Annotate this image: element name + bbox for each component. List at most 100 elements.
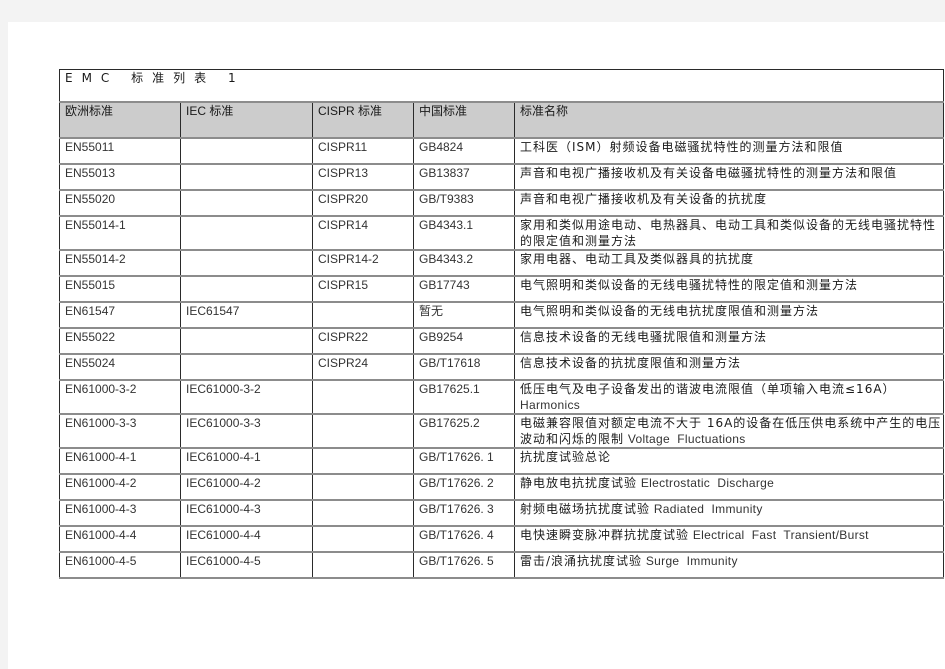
cell-eu-standard: EN61000-4-3 — [59, 499, 181, 527]
standard-name-zh: 静电放电抗扰度试验 — [520, 476, 638, 490]
cell-eu-standard: EN61000-3-2 — [59, 379, 181, 415]
cell-cispr-standard: CISPR14-2 — [312, 249, 414, 277]
table-row: EN61000-4-2 IEC61000-4-2 GB/T17626. 2 静电放电抗… — [59, 473, 945, 501]
standard-name-zh: 电气照明和类似设备的无线电骚扰特性的限定值和测量方法 — [520, 278, 859, 292]
cell-cn-standard: GB4343.1 — [413, 215, 515, 251]
cell-iec-standard — [180, 327, 313, 355]
cell-cispr-standard — [312, 551, 414, 579]
cell-standard-name: 声音和电视广播接收机及有关设备的抗扰度 — [513, 189, 945, 217]
standard-name-zh: 抗扰度试验总论 — [520, 450, 612, 464]
cell-standard-name: 电气照明和类似设备的无线电骚扰特性的限定值和测量方法 — [513, 275, 945, 303]
cell-cispr-standard: CISPR11 — [312, 137, 414, 165]
cell-eu-standard: EN55015 — [59, 275, 181, 303]
cell-cn-standard: GB13837 — [413, 163, 515, 191]
table-row: EN55014-2 CISPR14-2 GB4343.2 家用电器、电动工具及类似器具… — [59, 249, 945, 277]
cell-cn-standard: GB/T17618 — [413, 353, 515, 381]
cell-standard-name: 声音和电视广播接收机及有关设备电磁骚扰特性的测量方法和限值 — [513, 163, 945, 191]
cell-cispr-standard — [312, 473, 414, 501]
cell-cispr-standard — [312, 447, 414, 475]
cell-cispr-standard: CISPR15 — [312, 275, 414, 303]
cell-iec-standard: IEC61000-4-2 — [180, 473, 313, 501]
table-row: EN55015 CISPR15 GB17743 电气照明和类似设备的无线电骚扰特性的限… — [59, 275, 945, 303]
standard-name-zh: 工科医（ISM）射频设备电磁骚扰特性的测量方法和限值 — [520, 140, 844, 154]
cell-iec-standard — [180, 163, 313, 191]
table-row: EN55011 CISPR11 GB4824 工科医（ISM）射频设备电磁骚扰特性的测… — [59, 137, 945, 165]
standard-name-zh: 声音和电视广播接收机及有关设备的抗扰度 — [520, 192, 768, 206]
standard-name-en: Surge Immunity — [645, 554, 738, 568]
cell-iec-standard: IEC61000-4-1 — [180, 447, 313, 475]
standard-name-en: Voltage Fluctuations — [627, 432, 746, 446]
standard-name-zh: 射频电磁场抗扰度试验 — [520, 502, 651, 516]
cell-cispr-standard — [312, 379, 414, 415]
standard-name-en: Radiated Immunity — [653, 502, 763, 516]
standard-name-en: Harmonics — [520, 398, 581, 412]
standard-name-zh: 电快速瞬变脉冲群抗扰度试验 — [520, 528, 690, 542]
cell-standard-name: 抗扰度试验总论 — [513, 447, 945, 475]
emc-standards-table: EMC 标准列表 1 欧洲标准 IEC 标准 CISPR 标准 中国标准 标准名… — [58, 69, 945, 579]
header-iec-standard: IEC 标准 — [180, 101, 313, 139]
cell-cn-standard: 暂无 — [413, 301, 515, 329]
cell-cn-standard: GB17625.2 — [413, 413, 515, 449]
document-page: EMC 标准列表 1 欧洲标准 IEC 标准 CISPR 标准 中国标准 标准名… — [8, 22, 945, 669]
cell-standard-name: 电磁兼容限值对额定电流不大于 16A的设备在低压供电系统中产生的电压波动和闪烁的… — [513, 413, 945, 449]
standard-name-zh: 电气照明和类似设备的无线电抗扰度限值和测量方法 — [520, 304, 820, 318]
table-row: EN55020 CISPR20 GB/T9383 声音和电视广播接收机及有关设备的抗扰… — [59, 189, 945, 217]
standard-name-en: Electrical Fast Transient/Burst — [692, 528, 869, 542]
cell-standard-name: 电气照明和类似设备的无线电抗扰度限值和测量方法 — [513, 301, 945, 329]
cell-iec-standard: IEC61000-4-3 — [180, 499, 313, 527]
cell-iec-standard — [180, 249, 313, 277]
cell-cispr-standard: CISPR14 — [312, 215, 414, 251]
header-cn-standard: 中国标准 — [413, 101, 515, 139]
cell-eu-standard: EN55014-1 — [59, 215, 181, 251]
cell-standard-name: 电快速瞬变脉冲群抗扰度试验 Electrical Fast Transient/… — [513, 525, 945, 553]
cell-iec-standard — [180, 137, 313, 165]
cell-cispr-standard: CISPR22 — [312, 327, 414, 355]
standard-name-zh: 家用电器、电动工具及类似器具的抗扰度 — [520, 252, 755, 266]
table-row: EN61000-3-2 IEC61000-3-2 GB17625.1 低压电气及电子设… — [59, 379, 945, 415]
table-title: EMC 标准列表 1 — [58, 69, 945, 103]
cell-eu-standard: EN61000-4-1 — [59, 447, 181, 475]
standard-name-en: Electrostatic Discharge — [640, 476, 775, 490]
cell-cispr-standard: CISPR24 — [312, 353, 414, 381]
cell-standard-name: 低压电气及电子设备发出的谐波电流限值（单项输入电流≤16A） Harmonics — [513, 379, 945, 415]
cell-cn-standard: GB/T17626. 2 — [413, 473, 515, 501]
cell-eu-standard: EN55013 — [59, 163, 181, 191]
table-row: EN61000-4-5 IEC61000-4-5 GB/T17626. 5 雷击/浪涌… — [59, 551, 945, 579]
cell-iec-standard: IEC61000-3-2 — [180, 379, 313, 415]
cell-cispr-standard: CISPR13 — [312, 163, 414, 191]
cell-eu-standard: EN55022 — [59, 327, 181, 355]
table-row: EN61547 IEC61547 暂无 电气照明和类似设备的无线电抗扰度限值和测量方法 — [59, 301, 945, 329]
cell-eu-standard: EN55014-2 — [59, 249, 181, 277]
table-title-row: EMC 标准列表 1 — [58, 69, 945, 103]
cell-standard-name: 信息技术设备的抗扰度限值和测量方法 — [513, 353, 945, 381]
cell-cn-standard: GB/T17626. 4 — [413, 525, 515, 553]
cell-cn-standard: GB17743 — [413, 275, 515, 303]
cell-cn-standard: GB9254 — [413, 327, 515, 355]
table-header-row: 欧洲标准 IEC 标准 CISPR 标准 中国标准 标准名称 — [59, 101, 945, 139]
cell-iec-standard: IEC61000-4-5 — [180, 551, 313, 579]
header-standard-name: 标准名称 — [513, 101, 945, 139]
cell-standard-name: 信息技术设备的无线电骚扰限值和测量方法 — [513, 327, 945, 355]
cell-standard-name: 家用和类似用途电动、电热器具、电动工具和类似设备的无线电骚扰特性的限定值和测量方… — [513, 215, 945, 251]
header-eu-standard: 欧洲标准 — [59, 101, 181, 139]
cell-standard-name: 家用电器、电动工具及类似器具的抗扰度 — [513, 249, 945, 277]
cell-iec-standard — [180, 215, 313, 251]
cell-eu-standard: EN55020 — [59, 189, 181, 217]
table-row: EN61000-4-1 IEC61000-4-1 GB/T17626. 1 抗扰度试验… — [59, 447, 945, 475]
cell-cispr-standard — [312, 301, 414, 329]
cell-cn-standard: GB/T17626. 5 — [413, 551, 515, 579]
cell-eu-standard: EN61000-3-3 — [59, 413, 181, 449]
table-row: EN55013 CISPR13 GB13837 声音和电视广播接收机及有关设备电磁骚扰… — [59, 163, 945, 191]
cell-standard-name: 工科医（ISM）射频设备电磁骚扰特性的测量方法和限值 — [513, 137, 945, 165]
cell-cn-standard: GB4824 — [413, 137, 515, 165]
cell-iec-standard: IEC61000-3-3 — [180, 413, 313, 449]
cell-iec-standard: IEC61547 — [180, 301, 313, 329]
cell-cn-standard: GB/T17626. 1 — [413, 447, 515, 475]
table-row: EN55014-1 CISPR14 GB4343.1 家用和类似用途电动、电热器具、电… — [59, 215, 945, 251]
cell-iec-standard — [180, 353, 313, 381]
cell-iec-standard: IEC61000-4-4 — [180, 525, 313, 553]
cell-cispr-standard — [312, 413, 414, 449]
table-row: EN55024 CISPR24 GB/T17618 信息技术设备的抗扰度限值和测量方法 — [59, 353, 945, 381]
standard-name-zh: 低压电气及电子设备发出的谐波电流限值（单项输入电流≤16A） — [520, 382, 896, 396]
cell-iec-standard — [180, 275, 313, 303]
